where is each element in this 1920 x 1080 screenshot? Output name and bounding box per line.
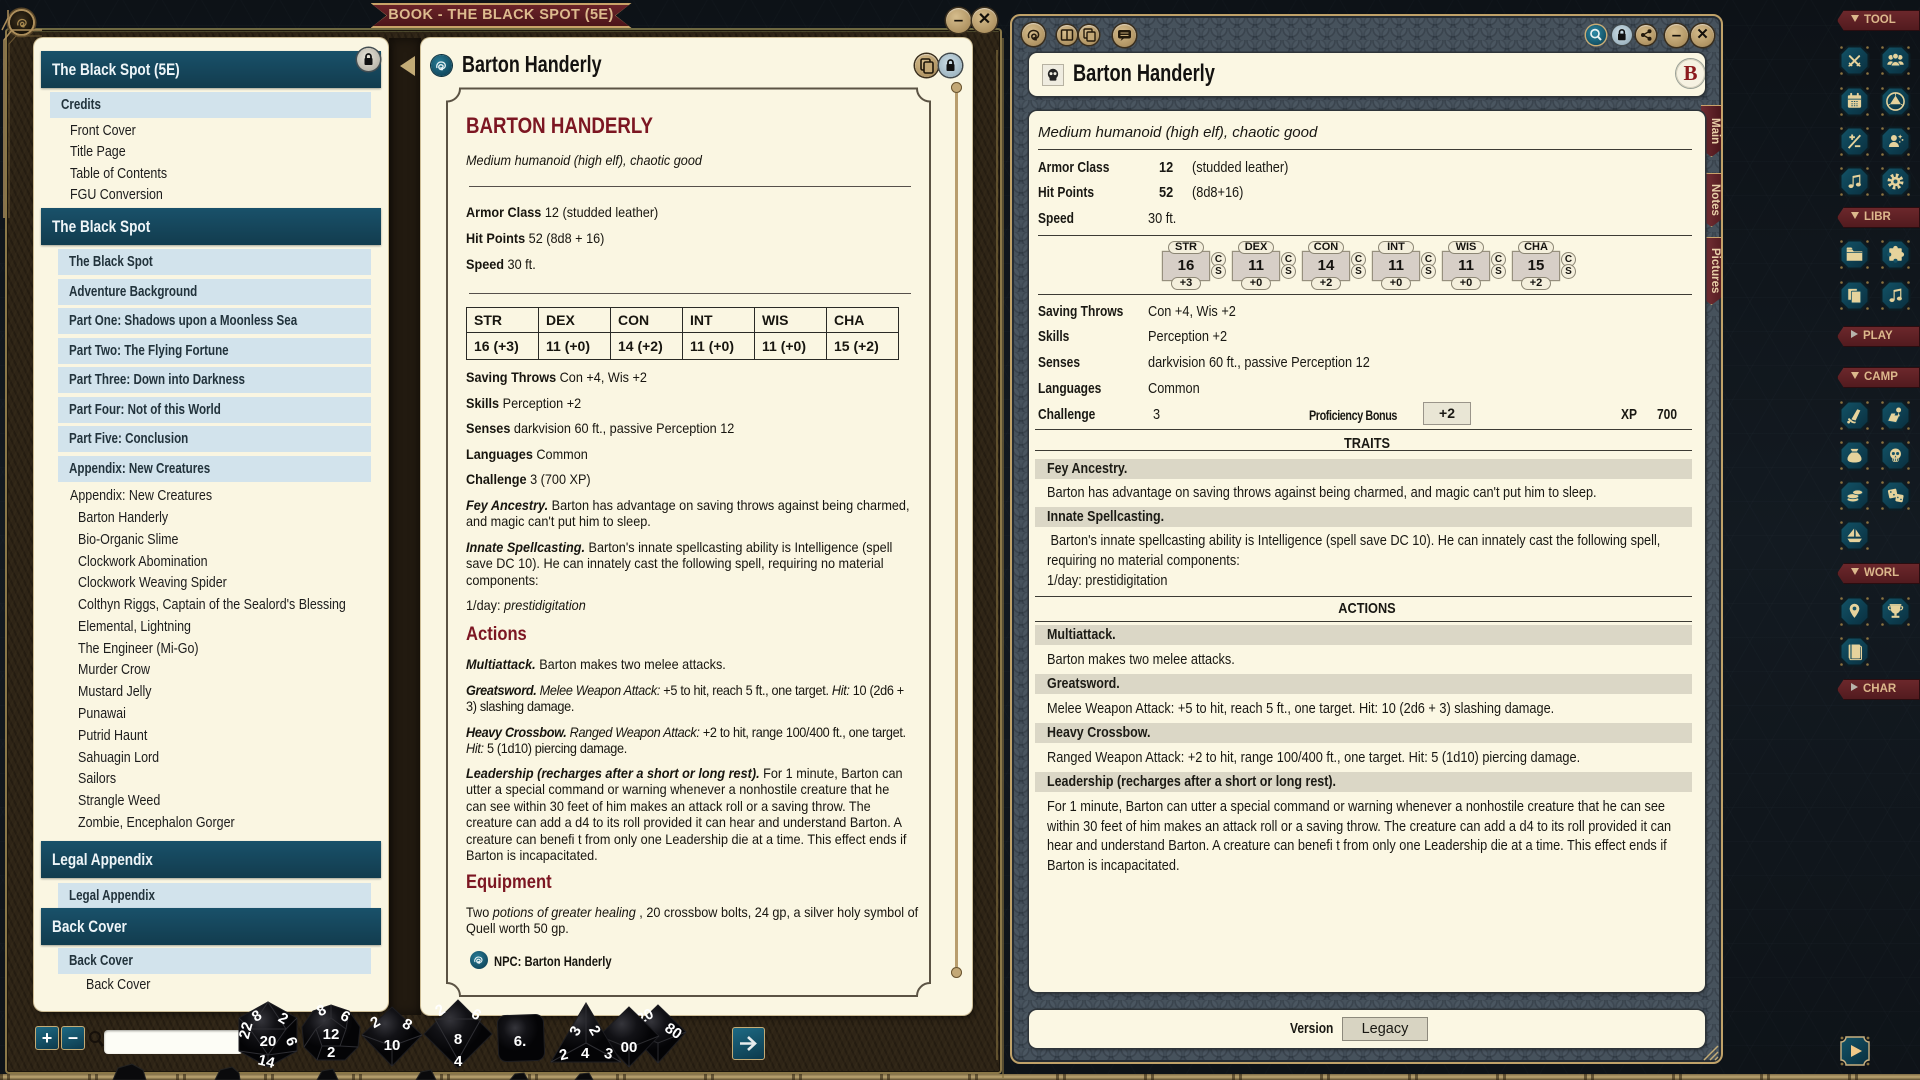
svg-text:12: 12 xyxy=(323,1026,340,1043)
svg-text:20: 20 xyxy=(260,1033,277,1050)
svg-text:00: 00 xyxy=(621,1039,638,1056)
svg-text:8: 8 xyxy=(454,1031,462,1048)
svg-text:2: 2 xyxy=(327,1044,335,1061)
svg-text:10: 10 xyxy=(384,1037,401,1054)
svg-text:6.: 6. xyxy=(514,1033,527,1050)
